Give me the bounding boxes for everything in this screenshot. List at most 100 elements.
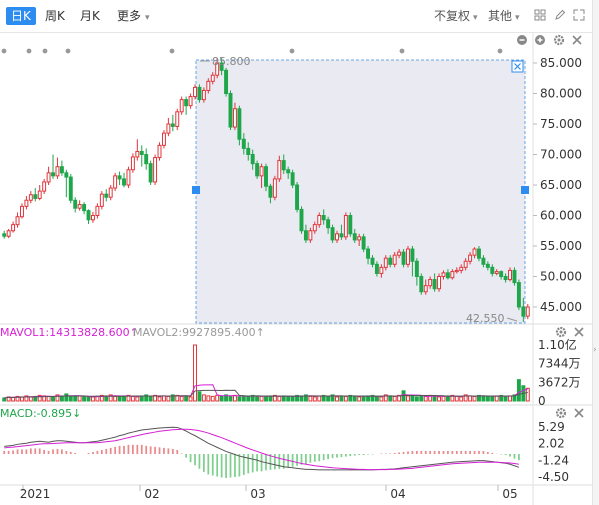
candle (445, 272, 450, 279)
adjust-dropdown[interactable]: 不复权 ▾ (434, 7, 478, 25)
candle (126, 169, 131, 186)
selection-range[interactable] (195, 59, 526, 324)
time-tick-label: 05 (502, 487, 517, 501)
tab-weekly-k[interactable]: 周K (40, 7, 70, 25)
candle (122, 178, 126, 186)
candle (277, 160, 282, 180)
tab-daily-k[interactable]: 日K (6, 7, 36, 25)
volume-bar (130, 395, 135, 402)
panel-add-icon[interactable] (535, 35, 545, 45)
volume-bar (326, 395, 331, 402)
candle (33, 194, 38, 199)
candle (272, 178, 277, 198)
high-price-label: 85.800 (212, 55, 251, 68)
candle (508, 269, 512, 281)
candle (82, 204, 87, 212)
candle (477, 248, 481, 259)
candle (335, 233, 339, 241)
volume-bar (86, 396, 91, 402)
candle (99, 193, 104, 207)
price-tick-label: 65.000 (540, 178, 582, 192)
candle (295, 184, 300, 210)
volume-bar (117, 396, 122, 402)
time-axis: 2021 02 03 04 05 (20, 485, 518, 501)
volume-bar (481, 395, 486, 402)
candle (317, 215, 322, 226)
price-tick-label: 50.000 (540, 270, 582, 284)
settings-gear-icon[interactable] (553, 34, 565, 46)
candle (210, 74, 215, 82)
candle (24, 199, 29, 207)
volume-bar (259, 395, 264, 402)
drag-dot (26, 48, 32, 54)
panel-collapse-icon[interactable] (517, 35, 527, 45)
candle (166, 123, 171, 134)
time-tick-label: 04 (390, 487, 405, 501)
candle (188, 96, 193, 107)
volume-bar (179, 395, 184, 402)
other-dropdown[interactable]: 其他 ▾ (488, 7, 520, 25)
low-price-label: 42.550 (466, 312, 505, 325)
candle (374, 263, 379, 274)
panel-close-icon[interactable] (572, 35, 582, 45)
candle (73, 199, 78, 209)
candle (28, 194, 33, 201)
edit-icon[interactable] (553, 9, 567, 23)
volume-bar (161, 395, 166, 402)
drag-dot (399, 48, 405, 54)
volume-bar (73, 396, 78, 402)
volume-bar (90, 396, 95, 402)
candle (485, 263, 490, 268)
tab-monthly-k[interactable]: 月K (75, 7, 105, 25)
volume-bar (64, 393, 69, 402)
candle (383, 257, 388, 268)
volume-bar (188, 396, 193, 402)
candle (2, 233, 7, 237)
volume-bar (255, 395, 260, 402)
volume-bar (392, 395, 397, 402)
volume-close-icon[interactable] (574, 327, 584, 337)
candle (206, 80, 211, 91)
volume-bar (241, 395, 246, 402)
chevron-right-icon[interactable]: › (593, 345, 597, 355)
volume-bar (374, 395, 379, 402)
candle (512, 269, 517, 284)
candle (432, 279, 437, 290)
tab-more[interactable]: 更多 ▾ (112, 7, 155, 25)
period-toolbar: 日K 周K 月K 更多 ▾ 不复权 ▾ 其他 ▾ (0, 0, 592, 33)
volume-bar (82, 395, 87, 402)
candle (308, 230, 313, 241)
selection-close-icon[interactable] (511, 60, 524, 73)
candle (224, 69, 229, 94)
volume-bar (286, 396, 291, 402)
volume-bar (312, 396, 317, 402)
candle (264, 166, 268, 187)
candle (312, 224, 317, 232)
panel-drag-dots[interactable] (1, 48, 503, 54)
macd-close-icon[interactable] (574, 408, 584, 418)
candle (232, 108, 237, 128)
volume-bar (485, 395, 490, 402)
volume-settings-gear-icon[interactable] (555, 326, 567, 338)
candle (86, 210, 91, 221)
volume-bar (166, 395, 171, 402)
kline-chart[interactable]: 85.000 80.000 75.000 70.000 65.000 60.000 55.0… (0, 33, 592, 505)
volume-bar (308, 395, 313, 402)
candle (459, 266, 464, 271)
volume-bar (335, 396, 339, 402)
side-scroll-rail[interactable] (592, 0, 599, 505)
macd-tick-label: 5.29 (538, 420, 565, 434)
macd-series (3, 426, 520, 479)
volume-bar (414, 396, 419, 402)
volume-tick-label: 1.10亿 (538, 337, 577, 352)
selection-right-handle[interactable] (521, 186, 529, 194)
candle (481, 257, 486, 265)
candle (370, 257, 375, 265)
selection-left-handle[interactable] (192, 186, 200, 194)
volume-bar (366, 395, 371, 402)
macd-settings-gear-icon[interactable] (555, 407, 567, 419)
volume-bar (135, 396, 140, 402)
grid-icon[interactable] (533, 9, 547, 23)
candle (113, 175, 118, 189)
expand-icon[interactable] (572, 9, 586, 23)
